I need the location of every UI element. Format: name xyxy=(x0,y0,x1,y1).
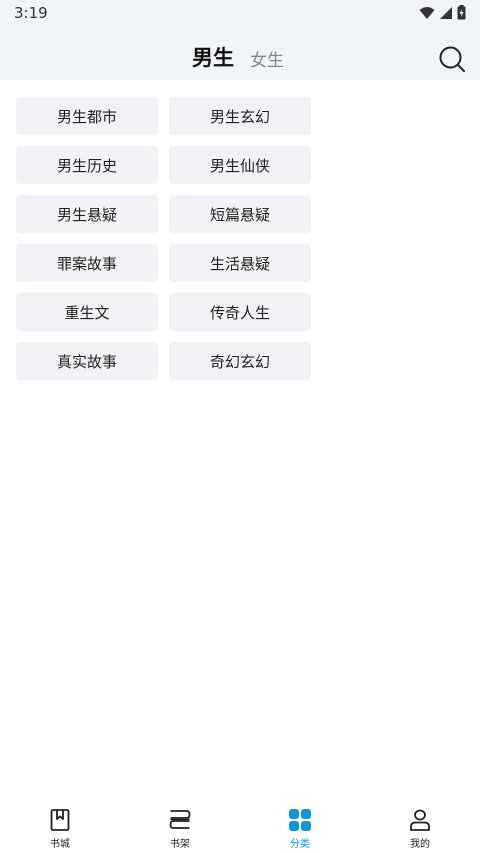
tab-male[interactable]: 男生 xyxy=(192,42,234,72)
category-item[interactable]: 传奇人生 xyxy=(169,293,311,331)
category-item[interactable]: 生活悬疑 xyxy=(169,244,311,282)
header: 男生 女生 xyxy=(0,26,480,80)
category-item[interactable]: 男生悬疑 xyxy=(16,195,158,233)
category-item[interactable]: 男生都市 xyxy=(16,97,158,135)
nav-item-bookshelf[interactable]: 书架 xyxy=(120,800,240,853)
grid-category-icon xyxy=(289,809,311,831)
category-item[interactable]: 男生仙侠 xyxy=(169,146,311,184)
nav-label-category: 分类 xyxy=(290,839,310,850)
nav-label-profile: 我的 xyxy=(410,839,430,850)
status-bar: 3:19 xyxy=(0,0,480,26)
category-grid: 男生都市 男生玄幻 男生历史 男生仙侠 男生悬疑 短篇悬疑 罪案故事 生活悬疑 … xyxy=(16,97,312,380)
category-item[interactable]: 短篇悬疑 xyxy=(169,195,311,233)
tab-female[interactable]: 女生 xyxy=(250,46,284,71)
signal-icon xyxy=(440,6,452,19)
category-item[interactable]: 罪案故事 xyxy=(16,244,158,282)
category-item[interactable]: 奇幻玄幻 xyxy=(169,342,311,380)
category-item[interactable]: 男生历史 xyxy=(16,146,158,184)
bookshelf-icon xyxy=(169,810,191,829)
search-icon[interactable] xyxy=(438,45,466,73)
nav-item-profile[interactable]: 我的 xyxy=(360,800,480,853)
bottom-nav: 书城 书架 分类 我的 xyxy=(0,800,480,853)
nav-label-bookstore: 书城 xyxy=(50,839,70,850)
nav-label-bookshelf: 书架 xyxy=(170,839,190,850)
nav-item-bookstore[interactable]: 书城 xyxy=(0,800,120,853)
status-time: 3:19 xyxy=(14,4,48,22)
user-icon xyxy=(410,809,430,831)
category-item[interactable]: 男生玄幻 xyxy=(169,97,311,135)
bookmark-book-icon xyxy=(50,809,70,831)
category-item[interactable]: 真实故事 xyxy=(16,342,158,380)
nav-item-category[interactable]: 分类 xyxy=(240,800,360,853)
wifi-icon xyxy=(419,6,435,19)
status-icons xyxy=(419,5,466,20)
category-item[interactable]: 重生文 xyxy=(16,293,158,331)
battery-charging-icon xyxy=(457,5,466,20)
